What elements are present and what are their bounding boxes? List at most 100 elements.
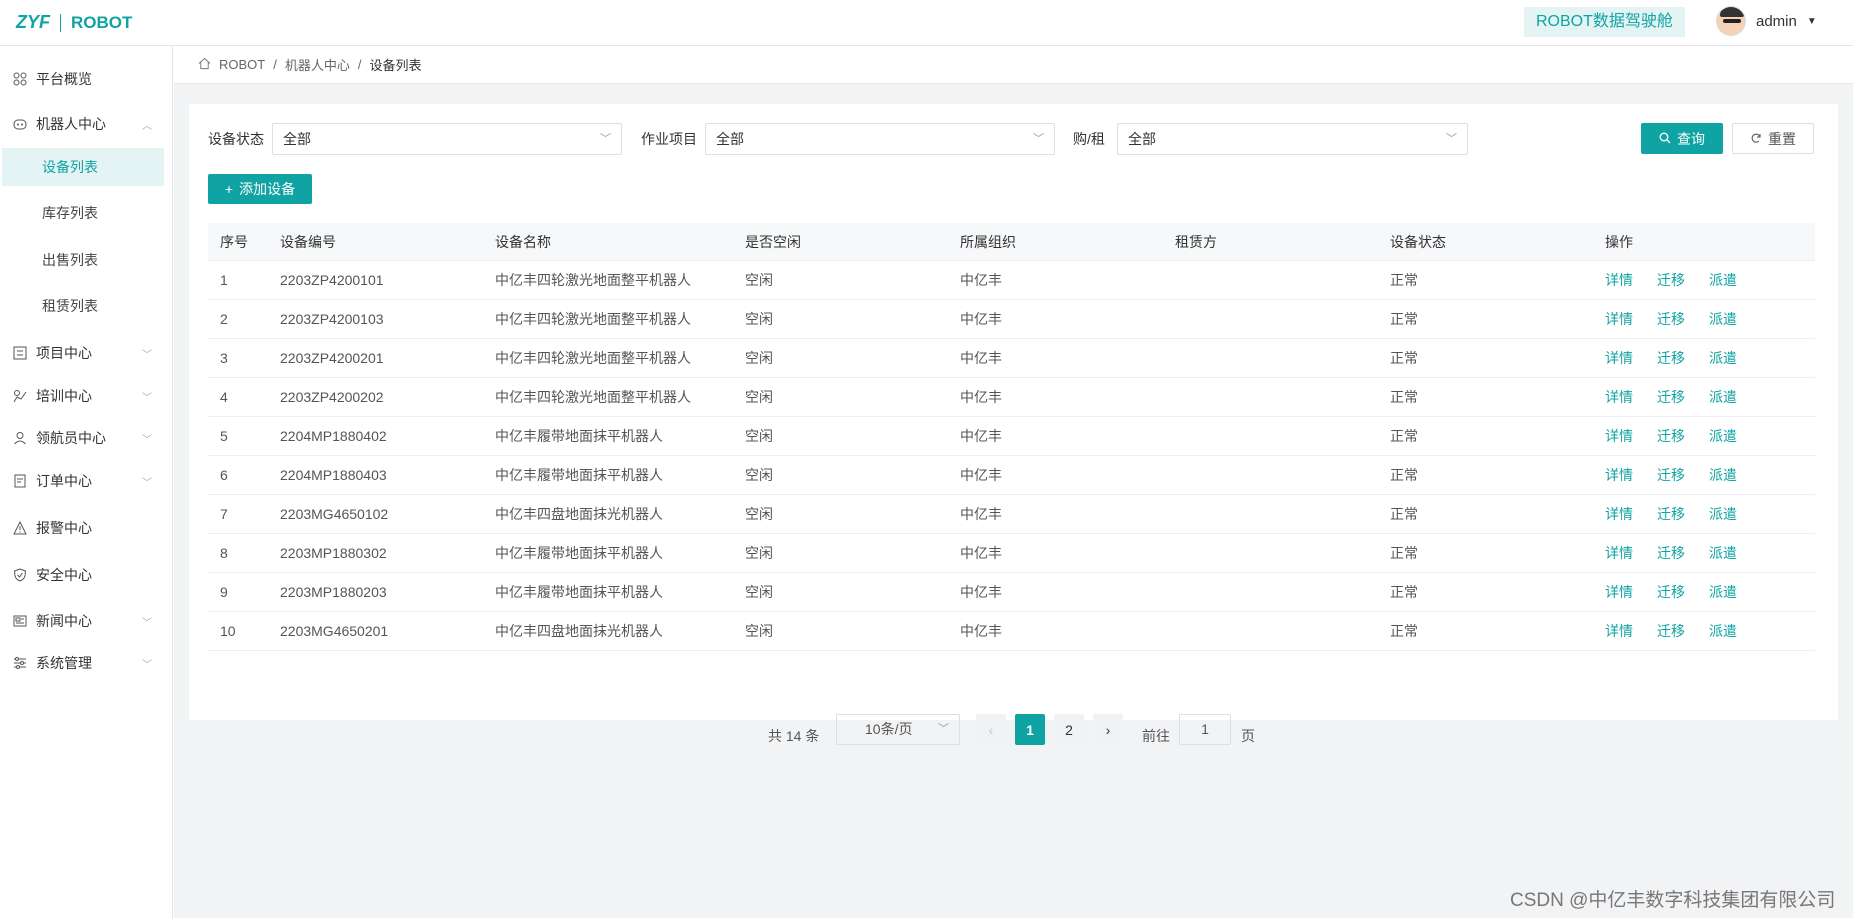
user-icon — [12, 430, 28, 446]
cell-device-name: 中亿丰履带地面抹平机器人 — [495, 584, 663, 600]
breadcrumb-separator: / — [273, 57, 277, 72]
cell-actions: 详情 迁移 派遣 — [1593, 387, 1815, 407]
sidebar-item-overview[interactable]: 平台概览 — [0, 59, 172, 99]
sidebar-item-label: 培训中心 — [36, 388, 92, 404]
detail-link[interactable]: 详情 — [1605, 543, 1633, 563]
user-name: admin — [1756, 12, 1797, 30]
buyrent-select-value: 全部 — [1128, 131, 1156, 147]
cell-organization: 中亿丰 — [960, 545, 1002, 561]
watermark: CSDN @中亿丰数字科技集团有限公司 — [1510, 890, 1836, 911]
buyrent-select[interactable]: 全部 ﹀ — [1117, 123, 1468, 155]
status-select[interactable]: 全部 ﹀ — [272, 123, 622, 155]
detail-link[interactable]: 详情 — [1605, 309, 1633, 329]
migrate-link[interactable]: 迁移 — [1657, 387, 1685, 407]
sidebar-item-security-center[interactable]: 安全中心 — [0, 555, 172, 595]
dispatch-link[interactable]: 派遣 — [1709, 270, 1737, 290]
dispatch-link[interactable]: 派遣 — [1709, 387, 1737, 407]
logo-text: ROBOT — [71, 12, 133, 32]
migrate-link[interactable]: 迁移 — [1657, 348, 1685, 368]
sidebar-item-news-center[interactable]: 新闻中心 ﹀ — [0, 601, 172, 641]
pagination-total: 共 14 条 — [768, 728, 820, 744]
detail-link[interactable]: 详情 — [1605, 270, 1633, 290]
sidebar-item-navigator-center[interactable]: 领航员中心 ﹀ — [0, 418, 172, 458]
avatar[interactable] — [1716, 6, 1746, 36]
migrate-link[interactable]: 迁移 — [1657, 504, 1685, 524]
query-button[interactable]: 查询 — [1641, 123, 1723, 154]
data-cockpit-button[interactable]: ROBOT数据驾驶舱 — [1524, 7, 1685, 37]
migrate-link[interactable]: 迁移 — [1657, 543, 1685, 563]
sidebar: 平台概览 机器人中心 ︿ 设备列表 库存列表 出售列表 租赁列表 项目中心 ﹀ … — [0, 46, 173, 918]
sidebar-item-robot-center[interactable]: 机器人中心 ︿ — [0, 104, 172, 144]
cell-index: 7 — [220, 506, 228, 522]
sidebar-item-project-center[interactable]: 项目中心 ﹀ — [0, 333, 172, 373]
sidebar-item-order-center[interactable]: 订单中心 ﹀ — [0, 461, 172, 501]
cell-status: 正常 — [1390, 467, 1418, 483]
detail-link[interactable]: 详情 — [1605, 465, 1633, 485]
breadcrumb-item-root[interactable]: ROBOT — [219, 57, 265, 72]
page-button-2[interactable]: 2 — [1054, 714, 1084, 745]
sidebar-item-alarm-center[interactable]: 报警中心 — [0, 508, 172, 548]
detail-link[interactable]: 详情 — [1605, 504, 1633, 524]
cell-idle: 空闲 — [745, 428, 773, 444]
migrate-link[interactable]: 迁移 — [1657, 582, 1685, 602]
cell-status: 正常 — [1390, 389, 1418, 405]
page-size-select[interactable]: 10条/页 ﹀ — [836, 714, 960, 745]
cell-device-name: 中亿丰履带地面抹平机器人 — [495, 545, 663, 561]
migrate-link[interactable]: 迁移 — [1657, 270, 1685, 290]
sidebar-item-training-center[interactable]: 培训中心 ﹀ — [0, 376, 172, 416]
detail-link[interactable]: 详情 — [1605, 426, 1633, 446]
sidebar-subitem-rental-list[interactable]: 租赁列表 — [2, 287, 164, 325]
migrate-link[interactable]: 迁移 — [1657, 465, 1685, 485]
cell-status: 正常 — [1390, 350, 1418, 366]
cell-organization: 中亿丰 — [960, 623, 1002, 639]
detail-link[interactable]: 详情 — [1605, 621, 1633, 641]
dispatch-link[interactable]: 派遣 — [1709, 621, 1737, 641]
sidebar-subitem-inventory-list[interactable]: 库存列表 — [2, 194, 164, 232]
status-select-value: 全部 — [283, 131, 311, 147]
detail-link[interactable]: 详情 — [1605, 387, 1633, 407]
sidebar-subitem-sale-list[interactable]: 出售列表 — [2, 241, 164, 279]
next-page-button[interactable]: › — [1093, 714, 1123, 745]
dispatch-link[interactable]: 派遣 — [1709, 582, 1737, 602]
column-header-actions: 操作 — [1605, 233, 1633, 250]
caret-down-icon[interactable]: ▼ — [1807, 16, 1817, 27]
dispatch-link[interactable]: 派遣 — [1709, 426, 1737, 446]
detail-link[interactable]: 详情 — [1605, 348, 1633, 368]
sidebar-subitem-device-list[interactable]: 设备列表 — [2, 148, 164, 186]
reset-button[interactable]: 重置 — [1732, 123, 1814, 154]
cell-index: 10 — [220, 623, 236, 639]
table-row: 2 2203ZP4200103 中亿丰四轮激光地面整平机器人 空闲 中亿丰 正常 详情 迁移 派… — [208, 300, 1815, 339]
column-header-idle: 是否空闲 — [745, 233, 801, 250]
table-row: 5 2204MP1880402 中亿丰履带地面抹平机器人 空闲 中亿丰 正常 详情 迁移 派遣 — [208, 417, 1815, 456]
add-device-button[interactable]: + 添加设备 — [208, 174, 312, 204]
page-button-1[interactable]: 1 — [1015, 714, 1045, 745]
table-row: 10 2203MG4650201 中亿丰四盘地面抹光机器人 空闲 中亿丰 正常 详情 迁移 派遣 — [208, 612, 1815, 651]
table-row: 9 2203MP1880203 中亿丰履带地面抹平机器人 空闲 中亿丰 正常 详情 迁移 派遣 — [208, 573, 1815, 612]
chevron-down-icon: ﹀ — [1033, 133, 1044, 145]
cell-device-name: 中亿丰四盘地面抹光机器人 — [495, 506, 663, 522]
dispatch-link[interactable]: 派遣 — [1709, 465, 1737, 485]
prev-page-button[interactable]: ‹ — [976, 714, 1006, 745]
detail-link[interactable]: 详情 — [1605, 582, 1633, 602]
refresh-icon — [1750, 131, 1762, 147]
migrate-link[interactable]: 迁移 — [1657, 426, 1685, 446]
cell-idle: 空闲 — [745, 467, 773, 483]
goto-page-input[interactable]: 1 — [1179, 714, 1231, 745]
cell-device-code: 2203ZP4200101 — [280, 272, 384, 288]
dispatch-link[interactable]: 派遣 — [1709, 543, 1737, 563]
sidebar-item-label: 订单中心 — [36, 473, 92, 489]
project-select[interactable]: 全部 ﹀ — [705, 123, 1055, 155]
sidebar-item-system-management[interactable]: 系统管理 ﹀ — [0, 643, 172, 683]
cell-idle: 空闲 — [745, 389, 773, 405]
migrate-link[interactable]: 迁移 — [1657, 309, 1685, 329]
migrate-link[interactable]: 迁移 — [1657, 621, 1685, 641]
dispatch-link[interactable]: 派遣 — [1709, 348, 1737, 368]
logo[interactable]: ZYF ROBOT — [16, 12, 132, 33]
table-row: 4 2203ZP4200202 中亿丰四轮激光地面整平机器人 空闲 中亿丰 正常 详情 迁移 派… — [208, 378, 1815, 417]
cell-actions: 详情 迁移 派遣 — [1593, 543, 1815, 563]
user-menu[interactable]: admin ▼ — [1716, 6, 1817, 36]
breadcrumb-item-robot-center[interactable]: 机器人中心 — [285, 55, 350, 74]
dispatch-link[interactable]: 派遣 — [1709, 309, 1737, 329]
goto-label: 前往 — [1142, 728, 1170, 744]
dispatch-link[interactable]: 派遣 — [1709, 504, 1737, 524]
